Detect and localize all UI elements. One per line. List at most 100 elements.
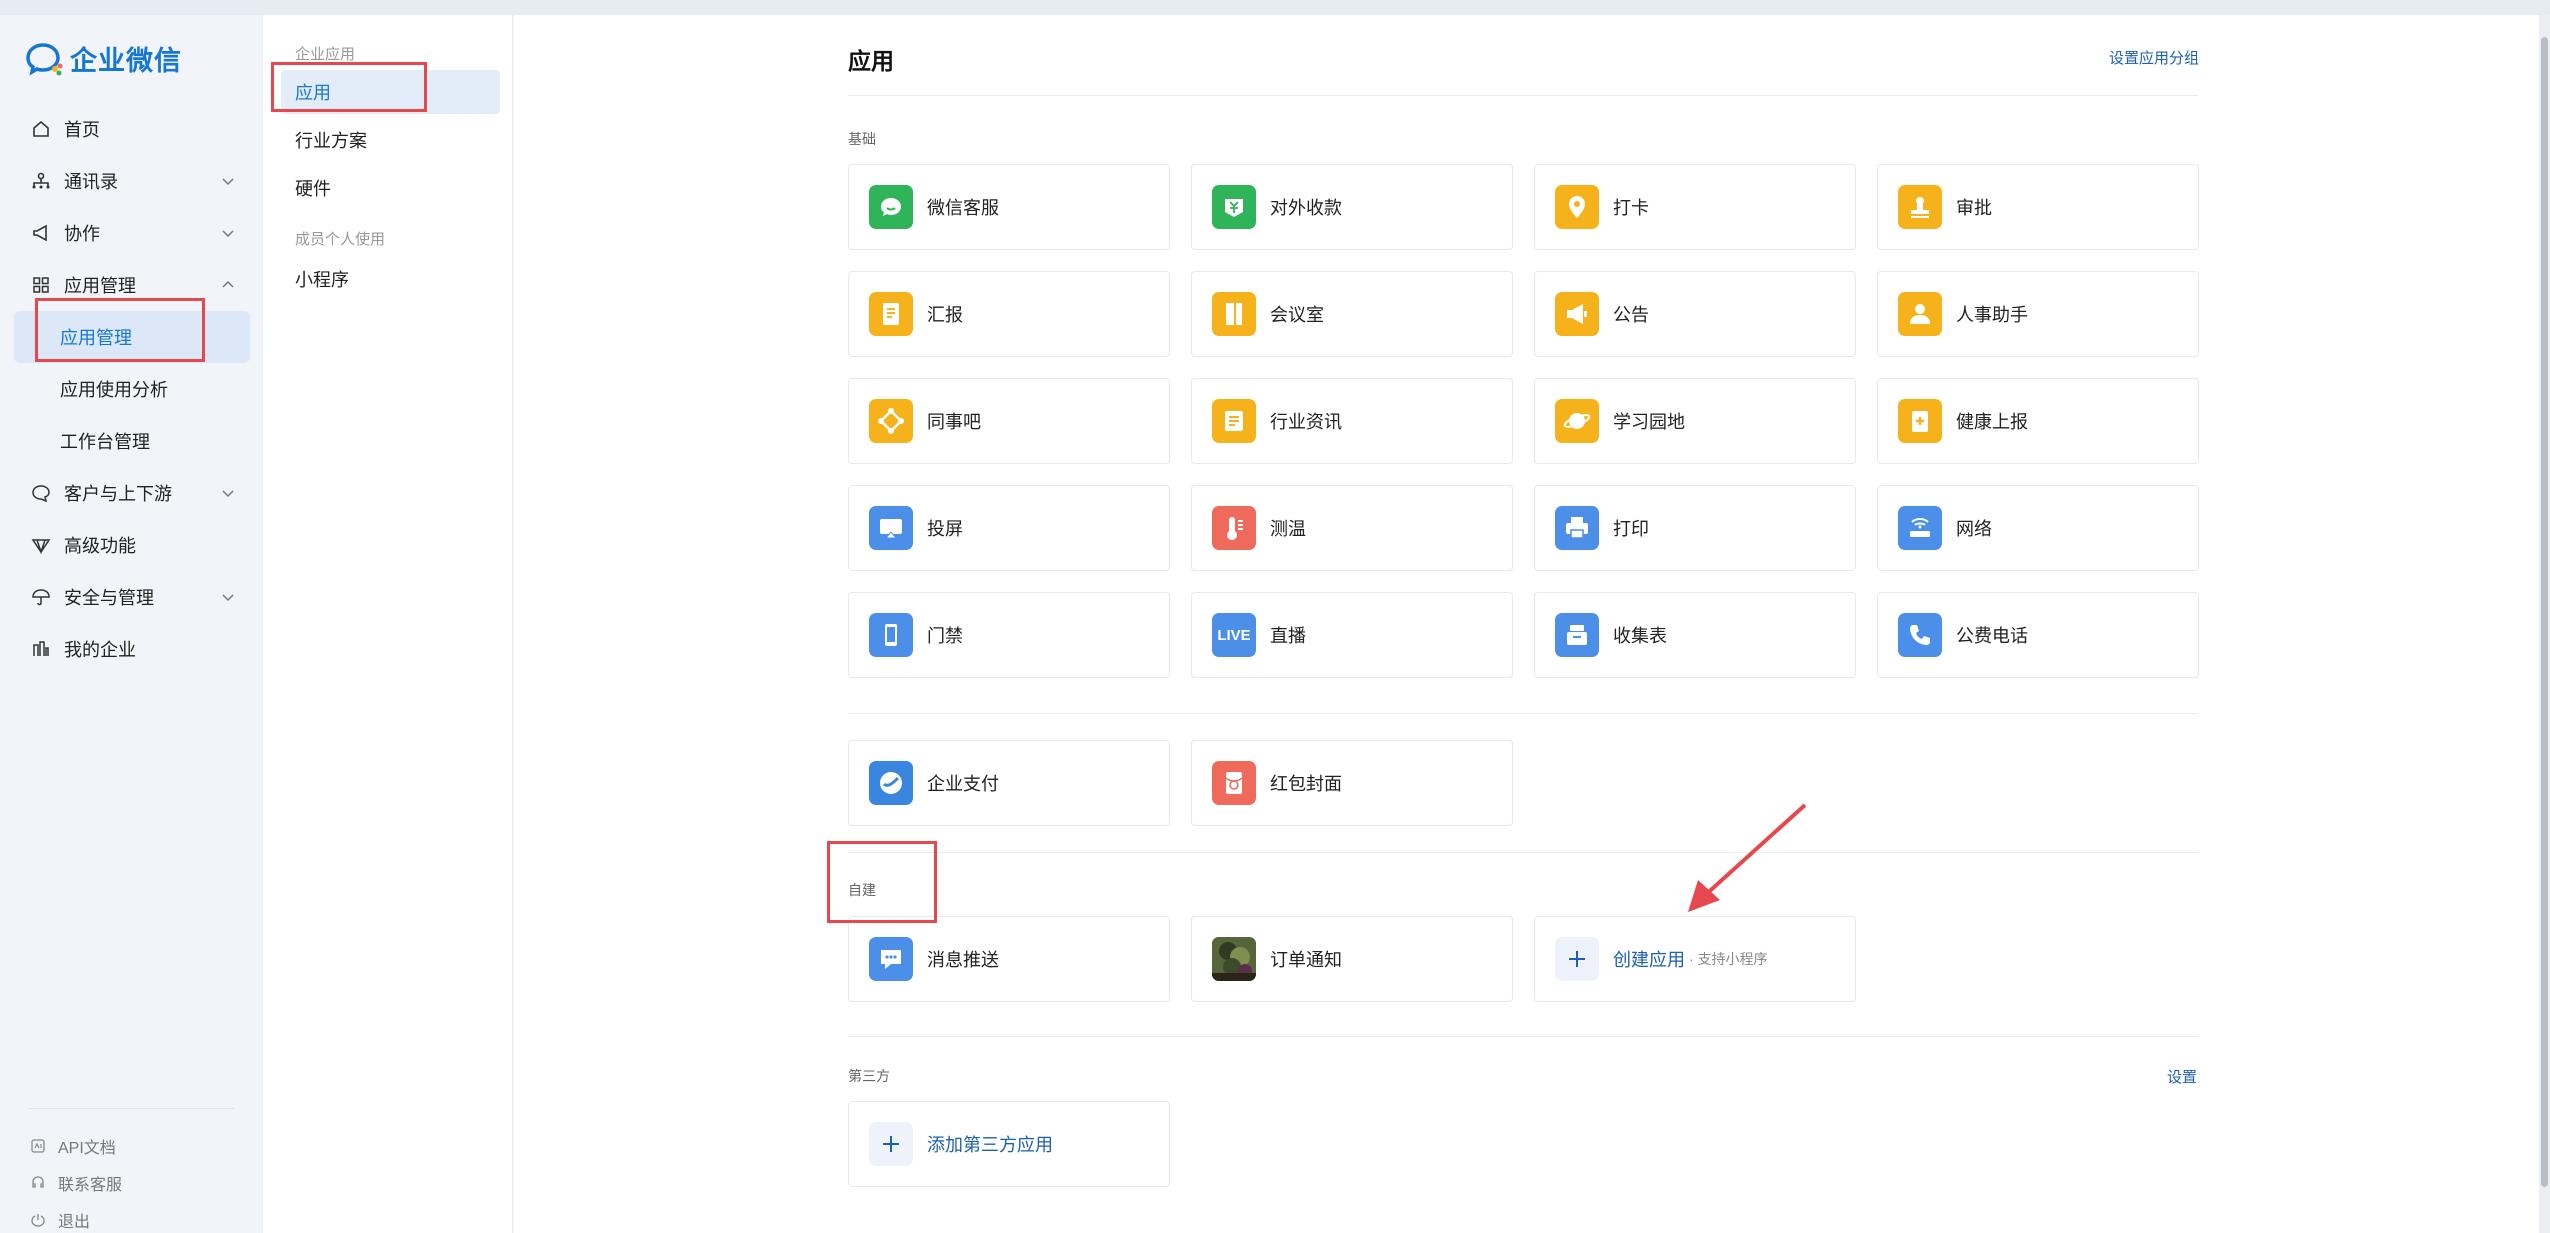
section-label-basic: 基础 <box>848 131 876 147</box>
brand-name: 企业微信 <box>70 46 182 76</box>
brand-logo[interactable]: 企业微信 <box>26 39 182 78</box>
app-card-basic-2[interactable]: 打卡 <box>1534 164 1856 250</box>
app-card-basic-14[interactable]: 打印 <box>1534 485 1856 571</box>
section-divider <box>848 713 2198 714</box>
app-card-basic-10[interactable]: 学习园地 <box>1534 378 1856 464</box>
chevron-down-icon <box>222 178 234 186</box>
app-card-basic-18[interactable]: 收集表 <box>1534 592 1856 678</box>
sidebar-item-label: 我的企业 <box>64 640 136 660</box>
app-card-custom-1[interactable]: 订单通知 <box>1191 916 1513 1002</box>
app-card-label: 公费电话 <box>1956 626 2028 646</box>
scrollbar-thumb[interactable] <box>2541 37 2548 1187</box>
subnav-item-apps[interactable]: 应用 <box>281 70 500 114</box>
window-top-bar <box>0 0 2550 15</box>
person-icon <box>1898 292 1942 336</box>
sidebar-item-security[interactable]: 安全与管理 <box>14 571 250 623</box>
app-card-basic-9[interactable]: 行业资讯 <box>1191 378 1513 464</box>
apps-grid-icon <box>30 274 52 296</box>
app-card-basic-12[interactable]: 投屏 <box>848 485 1170 571</box>
thermometer-icon <box>1212 506 1256 550</box>
app-card-basic-13[interactable]: 测温 <box>1191 485 1513 571</box>
app-card-label: 投屏 <box>927 519 963 539</box>
scrollbar[interactable] <box>2539 15 2550 1233</box>
sidebar-item-app-management[interactable]: 应用管理 <box>14 259 250 311</box>
app-card-label: 网络 <box>1956 519 1992 539</box>
sidebar-item-label: 通讯录 <box>64 172 118 192</box>
app-card-basic-6[interactable]: 公告 <box>1534 271 1856 357</box>
app-card-basic-19[interactable]: 公费电话 <box>1877 592 2199 678</box>
sidebar: 企业微信 首页 通讯录 协作 应用管理 应用管理 应用使用分析 工作台管理 客户… <box>0 15 262 1233</box>
stamp-icon <box>1898 185 1942 229</box>
api-docs-link[interactable]: API文档 <box>30 1127 122 1164</box>
news-icon <box>1212 399 1256 443</box>
app-card-basic-1[interactable]: 对外收款 <box>1191 164 1513 250</box>
app-card-basic-3[interactable]: 审批 <box>1877 164 2199 250</box>
app-card-basic-5[interactable]: 会议室 <box>1191 271 1513 357</box>
chevron-up-icon <box>222 280 234 288</box>
app-card-label: 学习园地 <box>1613 412 1685 432</box>
sidebar-nav: 首页 通讯录 协作 应用管理 应用管理 应用使用分析 工作台管理 客户与上下游 <box>14 103 250 675</box>
subnav-item-miniprogram[interactable]: 小程序 <box>263 257 512 301</box>
sidebar-item-label: 工作台管理 <box>60 432 150 452</box>
sidebar-item-my-company[interactable]: 我的企业 <box>14 623 250 675</box>
home-icon <box>30 118 52 140</box>
create-app-label: 创建应用 <box>1613 950 1685 970</box>
logout-link[interactable]: 退出 <box>30 1201 122 1233</box>
app-card-label: 公告 <box>1613 305 1649 325</box>
sidebar-item-label: 首页 <box>64 120 100 140</box>
subnav-group-enterprise: 企业应用 <box>295 46 356 63</box>
section-divider <box>848 852 2198 853</box>
app-card-basic-0[interactable]: 微信客服 <box>848 164 1170 250</box>
sidebar-item-contacts[interactable]: 通讯录 <box>14 155 250 207</box>
sidebar-item-home[interactable]: 首页 <box>14 103 250 155</box>
app-card-custom-0[interactable]: 消息推送 <box>848 916 1170 1002</box>
app-card-basic-16[interactable]: 门禁 <box>848 592 1170 678</box>
sidebar-item-label: 应用使用分析 <box>60 380 168 400</box>
app-card-basic-4[interactable]: 汇报 <box>848 271 1170 357</box>
sidebar-item-customers[interactable]: 客户与上下游 <box>14 467 250 519</box>
sidebar-divider <box>28 1108 234 1109</box>
third-party-settings-link[interactable]: 设置 <box>2167 1066 2197 1087</box>
app-card-label: 直播 <box>1270 626 1306 646</box>
sidebar-item-collab[interactable]: 协作 <box>14 207 250 259</box>
subnav-item-industry[interactable]: 行业方案 <box>263 118 512 162</box>
api-docs-label: API文档 <box>58 1139 116 1157</box>
pay-icon <box>869 761 913 805</box>
app-card-label: 对外收款 <box>1270 198 1342 218</box>
sidebar-item-advanced[interactable]: 高级功能 <box>14 519 250 571</box>
plus-icon <box>1555 937 1599 981</box>
chat-bubble-icon <box>30 482 52 504</box>
photo-thumbnail-icon <box>1212 937 1256 981</box>
contact-support-link[interactable]: 联系客服 <box>30 1164 122 1201</box>
app-card-label: 企业支付 <box>927 774 999 794</box>
create-app-card[interactable]: 创建应用 · 支持小程序 <box>1534 916 1856 1002</box>
app-card-pay-0[interactable]: 企业支付 <box>848 740 1170 826</box>
sidebar-subitem-app-management[interactable]: 应用管理 <box>14 311 250 363</box>
app-card-label: 健康上报 <box>1956 412 2028 432</box>
app-card-label: 审批 <box>1956 198 1992 218</box>
phone-icon <box>1898 613 1942 657</box>
section-label-custom: 自建 <box>848 882 876 898</box>
app-card-basic-17[interactable]: LIVE 直播 <box>1191 592 1513 678</box>
app-card-pay-1[interactable]: 红包封面 <box>1191 740 1513 826</box>
sidebar-subitem-workbench[interactable]: 工作台管理 <box>14 415 250 467</box>
app-card-basic-7[interactable]: 人事助手 <box>1877 271 2199 357</box>
app-card-label: 订单通知 <box>1270 950 1342 970</box>
report-icon <box>869 292 913 336</box>
door-icon <box>1212 292 1256 336</box>
app-card-basic-11[interactable]: 健康上报 <box>1877 378 2199 464</box>
main-content <box>514 15 2539 1233</box>
add-third-party-app-card[interactable]: 添加第三方应用 <box>848 1101 1170 1187</box>
chevron-down-icon <box>222 594 234 602</box>
sidebar-subitem-usage-analysis[interactable]: 应用使用分析 <box>14 363 250 415</box>
network-icon <box>869 399 913 443</box>
power-icon <box>31 1213 45 1227</box>
subnav-item-hardware[interactable]: 硬件 <box>263 166 512 210</box>
app-card-label: 测温 <box>1270 519 1306 539</box>
set-app-group-link[interactable]: 设置应用分组 <box>2109 47 2199 68</box>
app-card-basic-15[interactable]: 网络 <box>1877 485 2199 571</box>
app-card-basic-8[interactable]: 同事吧 <box>848 378 1170 464</box>
page-title: 应用 <box>848 48 894 74</box>
live-icon: LIVE <box>1212 613 1256 657</box>
sidebar-item-label: 客户与上下游 <box>64 484 172 504</box>
